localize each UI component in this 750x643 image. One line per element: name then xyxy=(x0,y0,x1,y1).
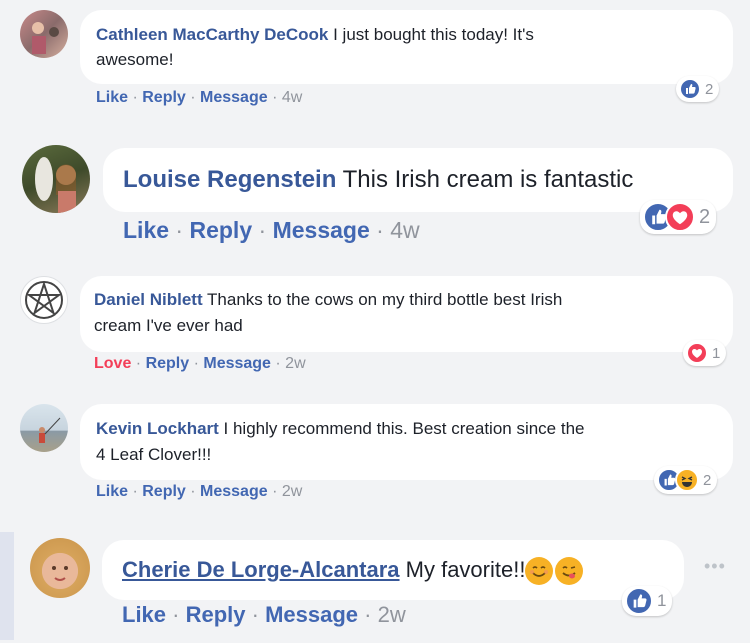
comment-actions: Love · Reply · Message · 2w xyxy=(94,355,306,372)
comment-text: My favorite!! xyxy=(399,557,526,582)
love-icon xyxy=(665,202,695,232)
comment-text: Thanks to the cows on my third bottle be… xyxy=(202,290,563,309)
comment-bubble: Daniel Niblett Thanks to the cows on my … xyxy=(80,276,733,352)
comment-actions: Like · Reply · Message · 2w xyxy=(122,602,406,627)
like-button[interactable]: Like xyxy=(96,89,128,106)
comment-4: Kevin Lockhart I highly recommend this. … xyxy=(0,396,750,516)
reaction-summary[interactable]: 1 xyxy=(683,340,727,366)
commenter-name[interactable]: Cathleen MacCarthy DeCook xyxy=(96,25,328,44)
love-icon xyxy=(686,342,708,364)
commenter-name[interactable]: Kevin Lockhart xyxy=(96,419,219,438)
comment-text-line2: 4 Leaf Clover!!! xyxy=(96,445,212,464)
pentagram-icon xyxy=(25,280,63,319)
reply-button[interactable]: Reply xyxy=(146,355,190,372)
timestamp[interactable]: 2w xyxy=(378,602,406,627)
avatar-louise[interactable] xyxy=(22,145,90,213)
avatar-photo-icon xyxy=(32,22,59,54)
timestamp[interactable]: 4w xyxy=(282,89,302,106)
message-button[interactable]: Message xyxy=(265,602,358,627)
comment-actions: Like · Reply · Message · 4w xyxy=(96,89,303,106)
comment-1: Cathleen MacCarthy DeCook I just bought … xyxy=(0,0,750,120)
message-button[interactable]: Message xyxy=(203,355,271,372)
timestamp[interactable]: 4w xyxy=(390,217,419,243)
avatar-daniel[interactable] xyxy=(20,276,68,324)
more-options-icon[interactable]: ••• xyxy=(704,556,726,577)
message-button[interactable]: Message xyxy=(273,217,370,243)
like-icon xyxy=(679,78,701,100)
like-icon xyxy=(625,587,653,615)
comment-bubble: Louise Regenstein This Irish cream is fa… xyxy=(103,148,733,212)
avatar-kevin[interactable] xyxy=(20,404,68,452)
comment-bubble: Cherie De Lorge-Alcantara My favorite!! xyxy=(102,540,684,600)
message-button[interactable]: Message xyxy=(200,89,268,106)
reaction-summary[interactable]: 2 xyxy=(676,76,720,102)
comment-text: This Irish cream is fantastic xyxy=(336,166,634,193)
comment-text-line2: cream I've ever had xyxy=(94,316,243,335)
comment-text-line2: awesome! xyxy=(96,50,174,69)
message-button[interactable]: Message xyxy=(200,483,268,500)
commenter-name[interactable]: Cherie De Lorge-Alcantara xyxy=(122,557,400,582)
reaction-summary[interactable]: 1 xyxy=(622,586,673,616)
reply-button[interactable]: Reply xyxy=(186,602,246,627)
reaction-count: 2 xyxy=(699,205,711,228)
avatar-cherie[interactable] xyxy=(30,538,90,598)
avatar-photo-icon xyxy=(39,417,61,443)
avatar-cathleen[interactable] xyxy=(20,10,68,58)
avatar-photo-icon xyxy=(35,157,76,213)
comment-text: I highly recommend this. Best creation s… xyxy=(218,419,585,438)
comment-text: I just bought this today! It's xyxy=(328,25,534,44)
haha-icon xyxy=(675,468,699,492)
comment-bubble: Cathleen MacCarthy DeCook I just bought … xyxy=(80,10,733,84)
like-button[interactable]: Like xyxy=(96,483,128,500)
comment-3: Daniel Niblett Thanks to the cows on my … xyxy=(0,268,750,388)
reaction-summary[interactable]: 2 xyxy=(654,466,718,494)
commenter-name[interactable]: Louise Regenstein xyxy=(123,166,336,193)
commenter-name[interactable]: Daniel Niblett xyxy=(94,290,203,309)
reaction-count: 1 xyxy=(712,344,721,362)
yum-emoji-icon xyxy=(555,557,584,586)
like-button[interactable]: Like xyxy=(122,602,166,627)
avatar-photo-icon xyxy=(52,566,68,581)
reply-button[interactable]: Reply xyxy=(189,217,252,243)
reaction-count: 2 xyxy=(705,80,714,98)
comment-2: Louise Regenstein This Irish cream is fa… xyxy=(0,130,750,260)
comment-5: Cherie De Lorge-Alcantara My favorite!! … xyxy=(0,524,750,643)
love-button[interactable]: Love xyxy=(94,355,131,372)
reply-button[interactable]: Reply xyxy=(142,89,186,106)
reaction-count: 1 xyxy=(657,591,667,610)
comment-actions: Like · Reply · Message · 4w xyxy=(123,217,420,243)
reaction-summary[interactable]: 2 xyxy=(640,200,717,234)
like-button[interactable]: Like xyxy=(123,217,169,243)
reaction-count: 2 xyxy=(703,471,712,489)
timestamp[interactable]: 2w xyxy=(285,355,305,372)
smile-emoji-icon xyxy=(525,557,554,586)
reply-button[interactable]: Reply xyxy=(142,483,186,500)
comment-actions: Like · Reply · Message · 2w xyxy=(96,483,303,500)
timestamp[interactable]: 2w xyxy=(282,483,302,500)
comment-bubble: Kevin Lockhart I highly recommend this. … xyxy=(80,404,733,480)
